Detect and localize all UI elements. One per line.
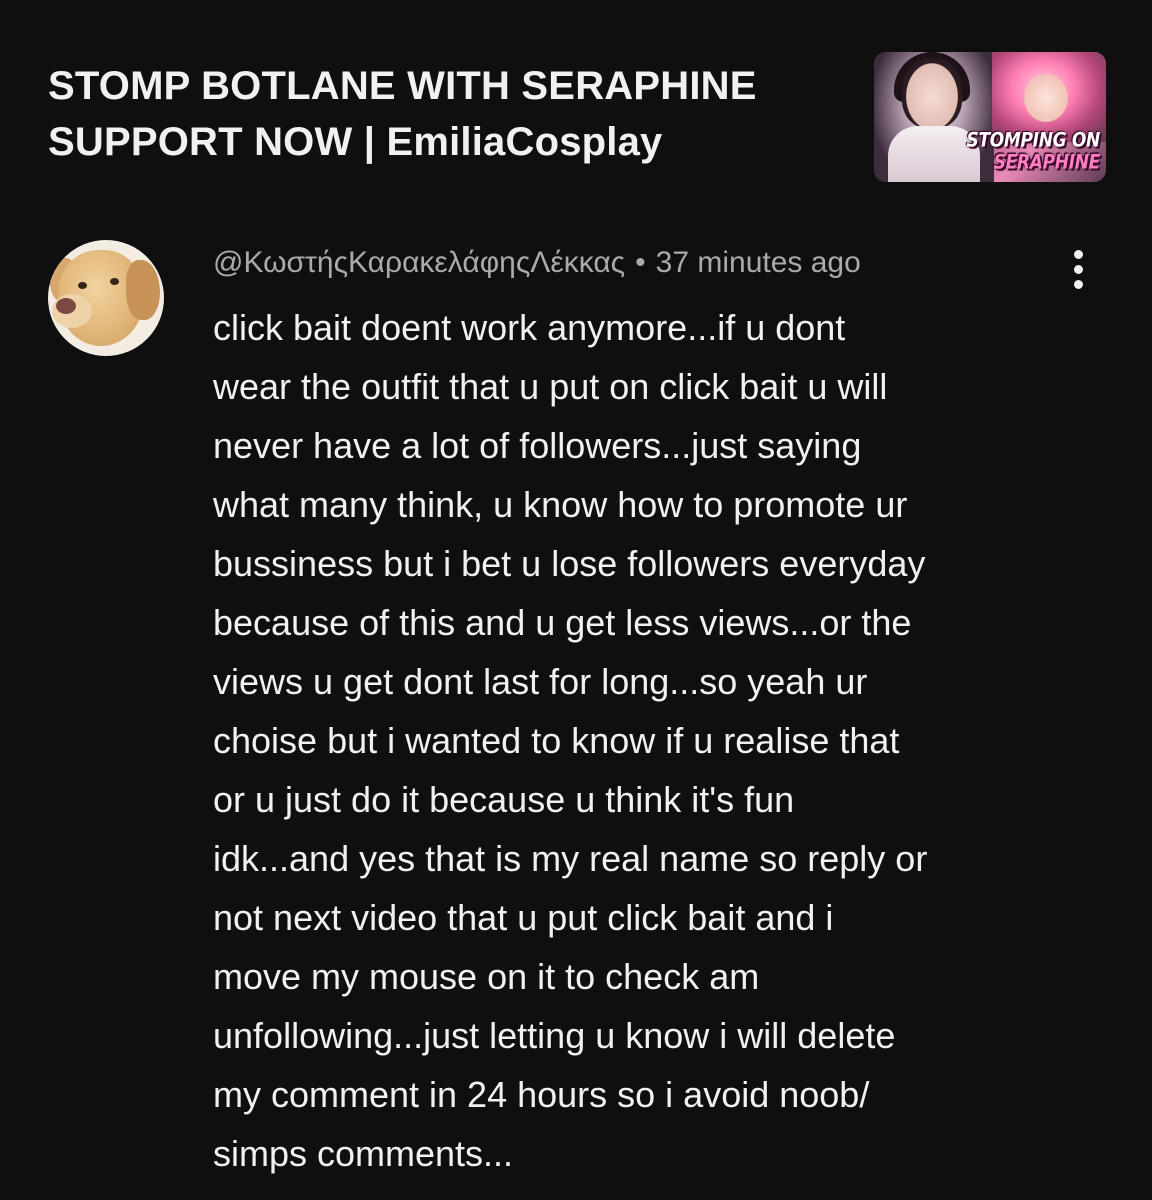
thumbnail-caption-line2: SERAPHINE xyxy=(993,151,1101,174)
dog-eye-left xyxy=(78,282,87,289)
thumbnail-caption-line1: STOMPING ON xyxy=(966,129,1101,153)
dog-ear-right xyxy=(126,260,160,320)
comment-body: @ΚωστήςΚαρακελάφηςΛέκκας • 37 minutes ago … xyxy=(213,240,1093,1183)
meta-separator: • xyxy=(635,246,646,279)
thumbnail-caption: STOMPING ON SERAPHINE xyxy=(966,129,1101,174)
dog-nose xyxy=(56,298,76,314)
avatar[interactable] xyxy=(48,240,164,356)
comment-timestamp[interactable]: 37 minutes ago xyxy=(656,246,861,279)
comment-author[interactable]: @ΚωστήςΚαρακελάφηςΛέκκας xyxy=(213,246,625,279)
more-dot xyxy=(1074,250,1083,259)
thumbnail-seraphine-face xyxy=(1024,74,1068,122)
more-dot xyxy=(1074,280,1083,289)
more-dot xyxy=(1074,265,1083,274)
more-vertical-icon[interactable] xyxy=(1066,246,1092,294)
video-header: STOMP BOTLANE WITH SERAPHINE SUPPORT NOW… xyxy=(48,52,1108,182)
dog-eye-right xyxy=(110,278,119,285)
video-title[interactable]: STOMP BOTLANE WITH SERAPHINE SUPPORT NOW… xyxy=(48,58,868,170)
comment-meta: @ΚωστήςΚαρακελάφηςΛέκκας • 37 minutes ago xyxy=(213,240,1093,286)
thumbnail-cosplayer-face xyxy=(902,58,962,128)
video-thumbnail[interactable]: STOMPING ON SERAPHINE xyxy=(874,52,1106,182)
comment-text: click bait doent work anymore...if u don… xyxy=(213,307,928,1174)
